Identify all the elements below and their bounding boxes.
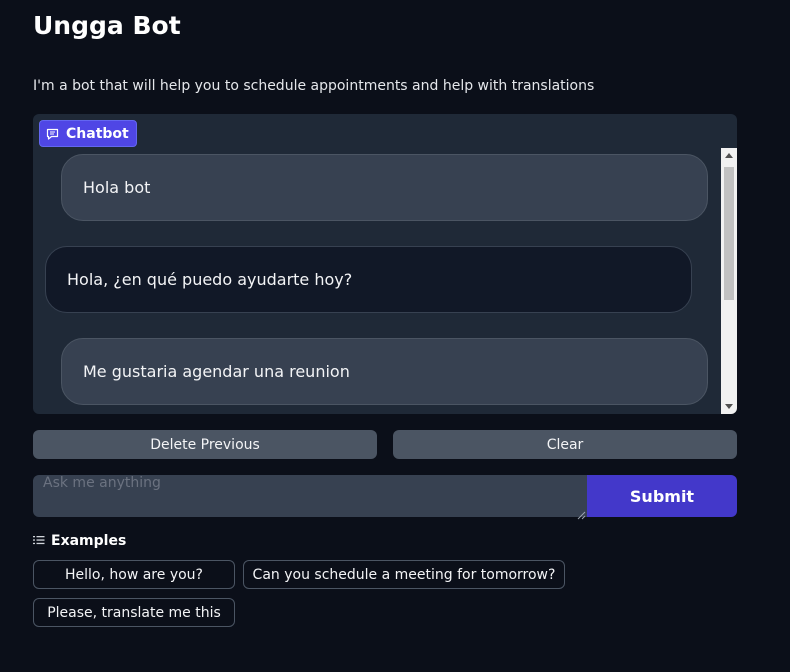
chatbot-label-text: Chatbot (66, 125, 129, 142)
submit-button[interactable]: Submit (587, 475, 737, 517)
chatbot-panel: Chatbot Hola bot Hola, ¿en qué puedo ayu… (33, 114, 737, 414)
resize-handle-icon[interactable] (576, 505, 586, 520)
scroll-thumb[interactable] (724, 167, 734, 300)
chat-messages[interactable]: Hola bot Hola, ¿en qué puedo ayudarte ho… (33, 148, 721, 414)
list-icon (33, 533, 45, 549)
message-input[interactable] (33, 475, 587, 517)
example-button[interactable]: Please, translate me this (33, 598, 235, 627)
delete-previous-button[interactable]: Delete Previous (33, 430, 377, 459)
chat-scrollbar[interactable] (721, 148, 737, 414)
examples-header: Examples (33, 533, 126, 549)
example-button[interactable]: Hello, how are you? (33, 560, 235, 589)
user-message: Me gustaria agendar una reunion (61, 338, 708, 405)
chat-icon (46, 128, 59, 140)
app-page: Ungga Bot I'm a bot that will help you t… (0, 0, 790, 672)
page-title: Ungga Bot (33, 11, 181, 40)
user-message: Hola bot (61, 154, 708, 221)
app-description: I'm a bot that will help you to schedule… (33, 78, 595, 94)
chatbot-label: Chatbot (39, 120, 137, 147)
clear-button[interactable]: Clear (393, 430, 737, 459)
bot-message: Hola, ¿en qué puedo ayudarte hoy? (45, 246, 692, 313)
scroll-down-icon[interactable] (725, 404, 733, 409)
message-input-row: Submit (33, 475, 737, 517)
scroll-up-icon[interactable] (725, 153, 733, 158)
examples-header-label: Examples (51, 533, 127, 549)
example-button[interactable]: Can you schedule a meeting for tomorrow? (243, 560, 565, 589)
